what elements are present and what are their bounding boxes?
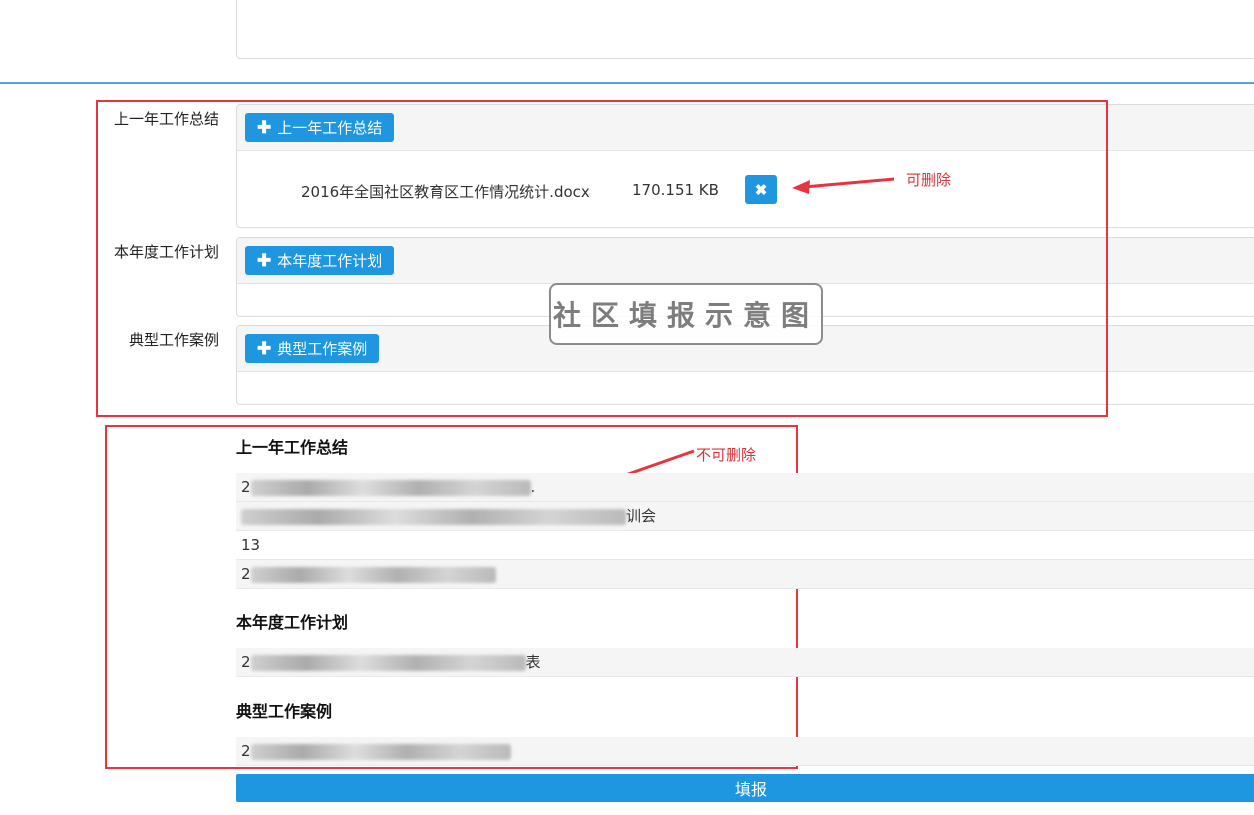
arrow-icon — [792, 177, 895, 194]
list-item[interactable]: 2 — [236, 560, 1254, 589]
previous-textarea[interactable] — [236, 0, 1254, 59]
editable-highlight-box — [96, 100, 1108, 417]
list-item[interactable]: 训会 — [236, 502, 1254, 531]
list-item[interactable]: 2 — [236, 737, 1254, 766]
submit-button[interactable]: 填报 — [236, 774, 1254, 802]
case-title: 典型工作案例 — [236, 702, 333, 721]
list-item[interactable]: 2表 — [236, 648, 1254, 677]
deletable-note: 可删除 — [906, 171, 952, 189]
watermark-stamp: 社区填报示意图 — [549, 283, 823, 345]
plan-title: 本年度工作计划 — [236, 613, 349, 632]
list-item[interactable]: 2. — [236, 473, 1254, 502]
section-divider — [0, 82, 1254, 84]
list-item[interactable]: 13 — [236, 531, 1254, 560]
not-deletable-note: 不可删除 — [696, 446, 757, 464]
summary-title: 上一年工作总结 — [236, 438, 349, 457]
